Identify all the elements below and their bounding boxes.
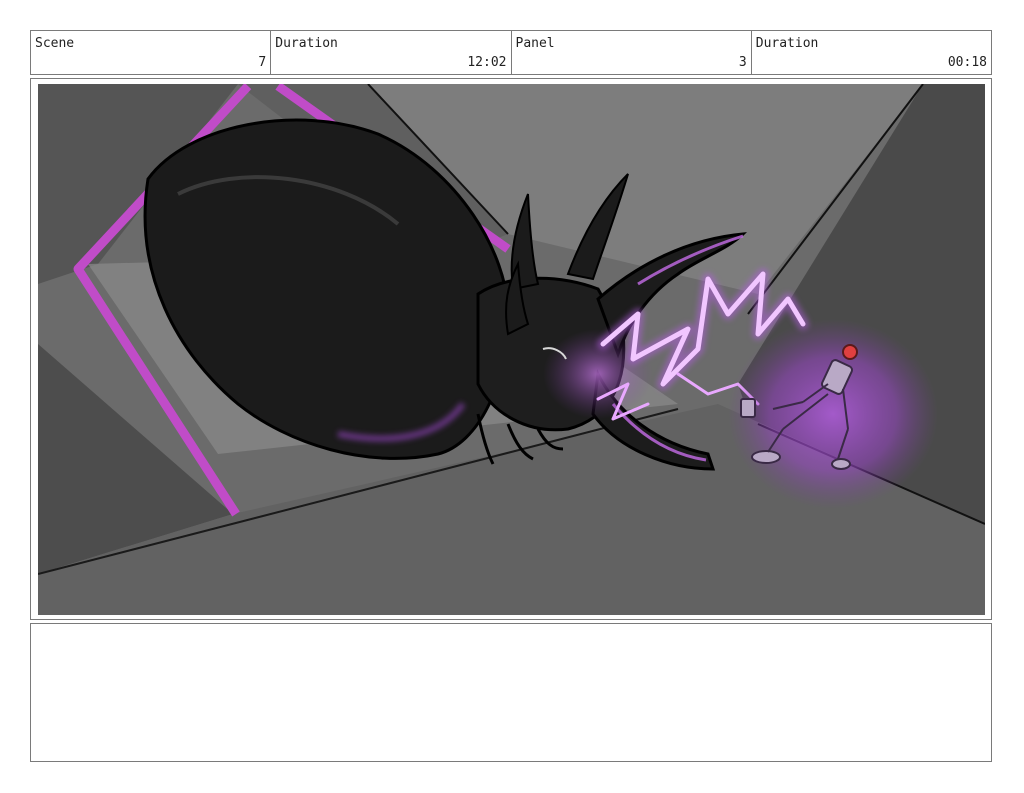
- panel-duration-cell: Duration 00:18: [752, 31, 991, 74]
- storyboard-header: Scene 7 Duration 12:02 Panel 3 Duration …: [30, 30, 992, 75]
- panel-duration-value: 00:18: [947, 55, 987, 70]
- panel-duration-label: Duration: [755, 36, 819, 51]
- panel-frame: [30, 78, 992, 620]
- storyboard-drawing: [38, 84, 985, 615]
- scene-cell: Scene 7: [31, 31, 272, 74]
- scene-duration-cell: Duration 12:02: [271, 31, 512, 74]
- scene-duration-value: 12:02: [467, 55, 507, 70]
- drawing-svg: [38, 84, 985, 615]
- panel-value: 3: [738, 55, 747, 70]
- scene-duration-label: Duration: [275, 36, 338, 51]
- shield-glow: [728, 319, 938, 509]
- panel-cell: Panel 3: [512, 31, 752, 74]
- scene-label: Scene: [35, 36, 75, 51]
- notes-area: [30, 623, 992, 762]
- panel-label: Panel: [515, 36, 555, 51]
- scene-value: 7: [258, 55, 267, 70]
